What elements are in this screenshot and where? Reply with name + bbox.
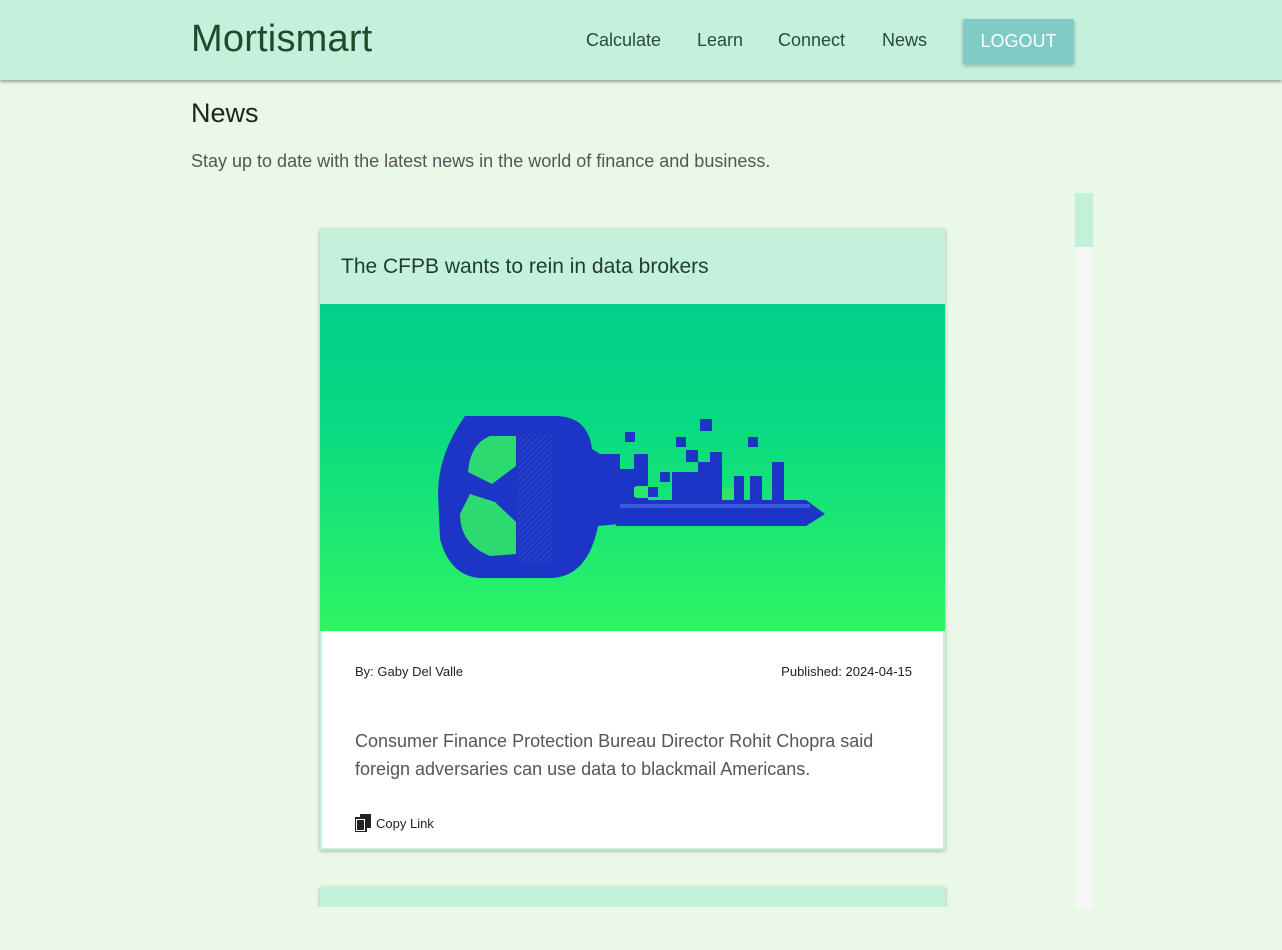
top-navbar: Mortismart Calculate Learn Connect News … (0, 0, 1282, 80)
copy-icon (355, 814, 371, 832)
news-card (320, 887, 945, 907)
news-feed[interactable]: The CFPB wants to rein in data brokers B… (191, 193, 1093, 907)
published-date: Published: 2024-04-15 (781, 664, 912, 679)
nav-link-connect[interactable]: Connect (778, 30, 845, 51)
scrollbar-thumb[interactable] (1075, 193, 1093, 247)
pixelated-key-image (320, 304, 945, 631)
page-subtitle: Stay up to date with the latest news in … (191, 151, 771, 171)
page-title: News (191, 98, 259, 128)
news-card-body: By: Gaby Del Valle Published: 2024-04-15… (320, 631, 945, 850)
nav-link-calculate[interactable]: Calculate (586, 30, 661, 51)
logout-button[interactable]: LOGOUT (963, 19, 1074, 64)
author-byline: By: Gaby Del Valle (355, 664, 464, 679)
nav-link-learn[interactable]: Learn (697, 30, 743, 51)
news-card-header (320, 887, 945, 907)
copy-link-button[interactable]: Copy Link (355, 814, 434, 832)
copy-link-label: Copy Link (376, 815, 434, 831)
news-card-header: The CFPB wants to rein in data brokers (320, 229, 945, 304)
feed-scrollbar[interactable] (1075, 193, 1093, 907)
news-card-title: The CFPB wants to rein in data brokers (341, 254, 709, 278)
brand-logo[interactable]: Mortismart (191, 18, 372, 61)
article-summary: Consumer Finance Protection Bureau Direc… (355, 731, 874, 779)
nav-link-news[interactable]: News (882, 30, 927, 51)
news-card: The CFPB wants to rein in data brokers B… (320, 229, 945, 850)
